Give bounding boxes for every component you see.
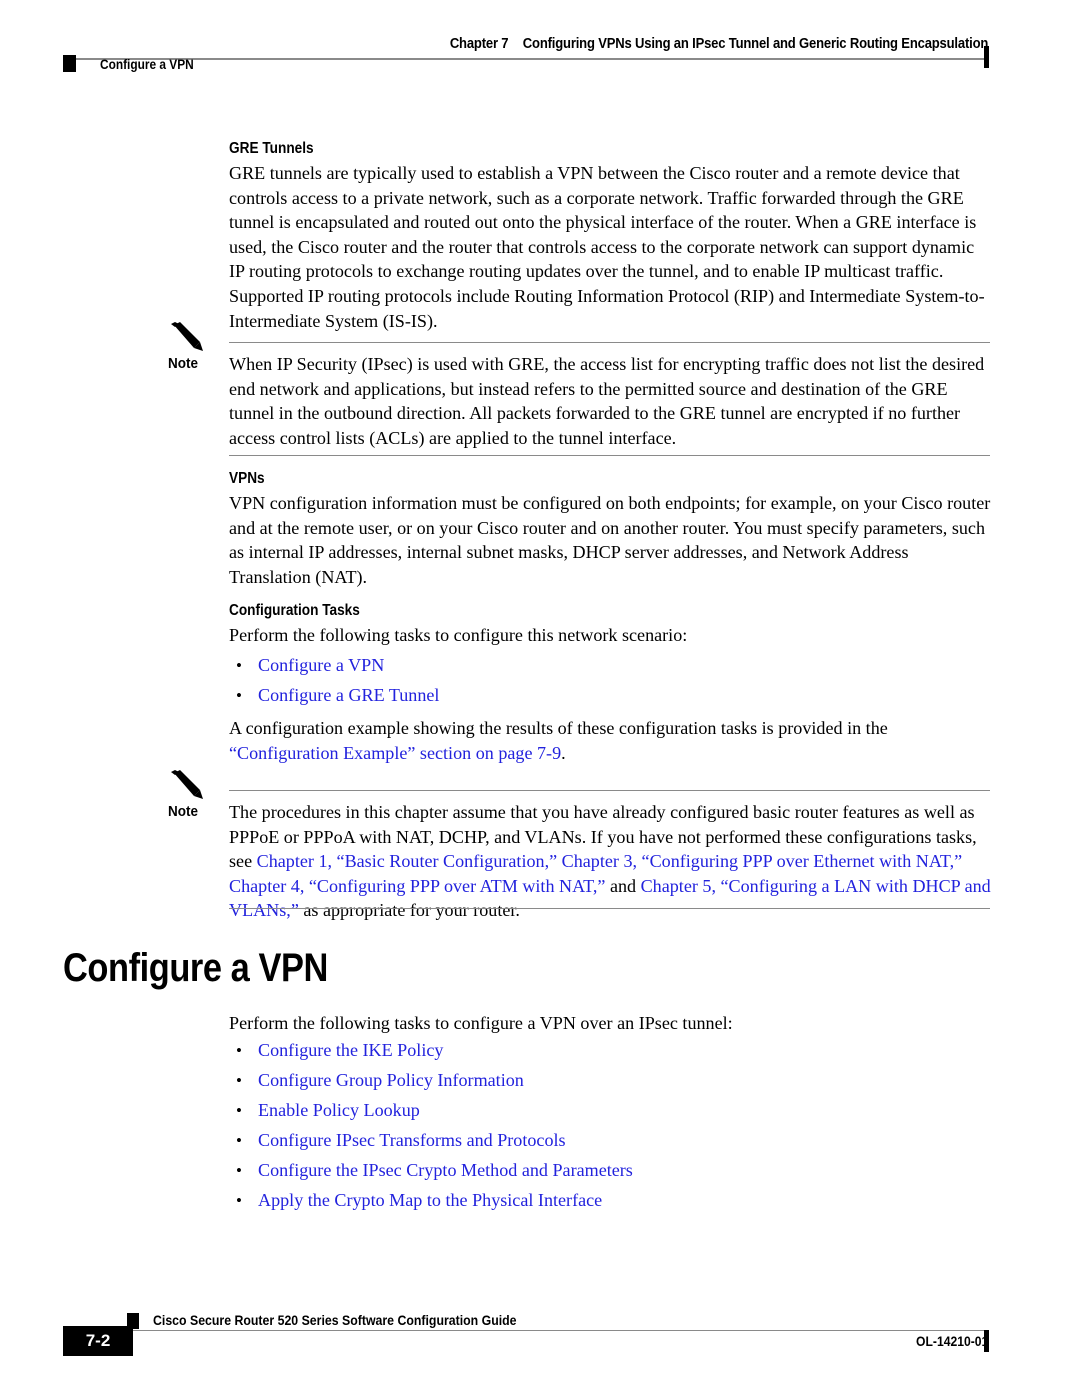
list-item[interactable]: • Enable Policy Lookup <box>236 1100 633 1130</box>
paragraph-gre-tunnels: GRE tunnels are typically used to establ… <box>229 161 991 333</box>
pencil-icon <box>170 322 212 356</box>
heading-gre-tunnels: GRE Tunnels <box>229 140 314 157</box>
footer-rule <box>133 1330 989 1332</box>
configuration-example-lead-text: A configuration example showing the resu… <box>229 718 888 738</box>
paragraph-configuration-tasks-intro: Perform the following tasks to configure… <box>229 623 991 648</box>
paragraph-configuration-example: A configuration example showing the resu… <box>229 716 991 765</box>
bullet-dot-icon: • <box>236 1191 242 1210</box>
configuration-tasks-intro-text: Perform the following tasks to configure… <box>229 625 688 645</box>
page-header: Chapter 7 Configuring VPNs Using an IPsec… <box>0 0 1080 90</box>
heading-vpns: VPNs <box>229 470 265 487</box>
pencil-icon <box>170 770 212 804</box>
list-item[interactable]: • Configure a GRE Tunnel <box>236 685 439 715</box>
list-item[interactable]: • Configure the IKE Policy <box>236 1040 633 1070</box>
configuration-example-paragraph: A configuration example showing the resu… <box>229 716 991 765</box>
header-chapter-line: Chapter 7 Configuring VPNs Using an IPsec… <box>449 36 989 52</box>
paragraph-configure-a-vpn-intro: Perform the following tasks to configure… <box>229 1011 991 1036</box>
bullet-dot-icon: • <box>236 1161 242 1180</box>
link-configure-a-vpn[interactable]: Configure a VPN <box>258 655 384 676</box>
link-configuration-example-section[interactable]: “Configuration Example” section on page … <box>229 743 561 763</box>
link-apply-the-crypto-map-to-the-physical-interface[interactable]: Apply the Crypto Map to the Physical Int… <box>258 1190 602 1211</box>
header-section-title: Configure a VPN <box>100 57 194 72</box>
link-configure-group-policy-information[interactable]: Configure Group Policy Information <box>258 1070 524 1091</box>
bullet-dot-icon: • <box>236 1041 242 1060</box>
bullet-dot-icon: • <box>236 1071 242 1090</box>
link-chapter-4[interactable]: Chapter 4, “Configuring PPP over ATM wit… <box>229 876 605 896</box>
note-1-text: When IP Security (IPsec) is used with GR… <box>229 354 985 448</box>
list-item[interactable]: • Apply the Crypto Map to the Physical I… <box>236 1190 633 1220</box>
list-item[interactable]: • Configure a VPN <box>236 655 439 685</box>
configuration-example-tail-text: . <box>561 742 566 763</box>
header-bullet-square-icon <box>63 55 76 72</box>
header-rule <box>63 58 989 60</box>
note-1-label: Note <box>168 355 199 372</box>
link-configure-the-ipsec-crypto-method-and-parameters[interactable]: Configure the IPsec Crypto Method and Pa… <box>258 1160 633 1181</box>
bullet-dot-icon: • <box>236 1101 242 1120</box>
list-item[interactable]: • Configure IPsec Transforms and Protoco… <box>236 1130 633 1160</box>
bullet-dot-icon: • <box>236 656 242 675</box>
footer-document-title: Cisco Secure Router 520 Series Software … <box>153 1312 517 1328</box>
list-item[interactable]: • Configure Group Policy Information <box>236 1070 633 1100</box>
note-1-rule-top <box>229 342 990 344</box>
link-configure-ipsec-transforms-and-protocols[interactable]: Configure IPsec Transforms and Protocols <box>258 1130 566 1151</box>
note-1-body: When IP Security (IPsec) is used with GR… <box>229 352 991 450</box>
configuration-tasks-link-list: • Configure a VPN • Configure a GRE Tunn… <box>236 655 439 715</box>
bullet-dot-icon: • <box>236 686 242 705</box>
bullet-dot-icon: • <box>236 1131 242 1150</box>
note-1-rule-bottom <box>229 455 990 457</box>
note-2-text: The procedures in this chapter assume th… <box>229 800 991 923</box>
note-2-rule-bottom <box>229 908 990 910</box>
header-chapter-number: Chapter 7 <box>449 36 509 52</box>
page-title: Configure a VPN <box>63 946 328 990</box>
footer-page-number: 7-2 <box>85 1331 111 1350</box>
paragraph-gre-tunnels-text: GRE tunnels are typically used to establ… <box>229 163 985 331</box>
paragraph-vpns-text: VPN configuration information must be co… <box>229 493 991 587</box>
note-2-body: The procedures in this chapter assume th… <box>229 800 991 923</box>
note-2-sep-3: and <box>605 875 641 896</box>
header-edge-tab <box>984 46 989 68</box>
heading-configuration-tasks: Configuration Tasks <box>229 602 360 619</box>
link-chapter-1[interactable]: Chapter 1, “Basic Router Configuration,” <box>257 851 557 871</box>
header-chapter-title: Configuring VPNs Using an IPsec Tunnel a… <box>522 36 989 52</box>
link-configure-the-ike-policy[interactable]: Configure the IKE Policy <box>258 1040 443 1061</box>
list-item[interactable]: • Configure the IPsec Crypto Method and … <box>236 1160 633 1190</box>
footer-edge-tab <box>984 1330 989 1352</box>
note-2-rule-top <box>229 790 990 792</box>
link-configure-a-gre-tunnel[interactable]: Configure a GRE Tunnel <box>258 685 439 706</box>
configure-a-vpn-link-list: • Configure the IKE Policy • Configure G… <box>236 1040 633 1220</box>
document-page: Chapter 7 Configuring VPNs Using an IPsec… <box>0 0 1080 1397</box>
note-2-label: Note <box>168 803 199 820</box>
configure-a-vpn-intro-text: Perform the following tasks to configure… <box>229 1013 733 1033</box>
paragraph-vpns: VPN configuration information must be co… <box>229 491 991 589</box>
link-chapter-3[interactable]: Chapter 3, “Configuring PPP over Etherne… <box>562 851 963 871</box>
footer-document-id: OL-14210-01 <box>915 1334 988 1349</box>
link-enable-policy-lookup[interactable]: Enable Policy Lookup <box>258 1100 420 1121</box>
note-2-tail: as appropriate for your router. <box>298 900 520 921</box>
